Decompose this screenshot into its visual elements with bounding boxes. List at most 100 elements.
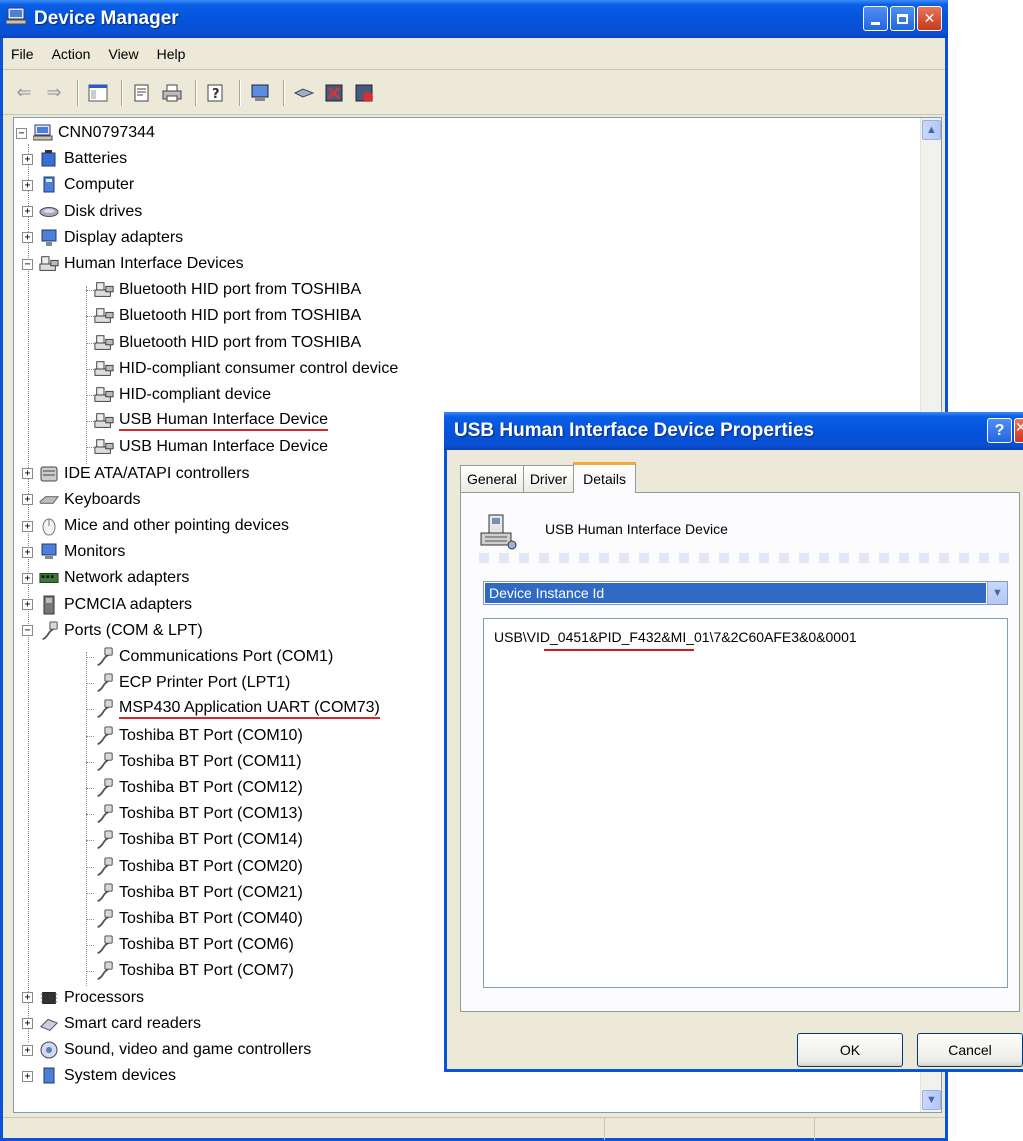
- menu-help[interactable]: Help: [148, 46, 195, 62]
- tree-device[interactable]: MSP430 Application UART (COM73): [86, 696, 380, 722]
- dialog-help-button[interactable]: ?: [987, 418, 1012, 443]
- tree-label: Communications Port (COM1): [119, 648, 334, 665]
- expand-icon[interactable]: +: [22, 992, 33, 1004]
- close-button[interactable]: ✕: [917, 6, 942, 31]
- tree-category[interactable]: + PCMCIA adapters: [22, 592, 192, 618]
- back-button[interactable]: ⇐: [11, 80, 37, 106]
- tree-device[interactable]: ECP Printer Port (LPT1): [86, 670, 290, 696]
- tree-device[interactable]: Toshiba BT Port (COM14): [86, 827, 303, 853]
- cancel-button[interactable]: Cancel: [917, 1033, 1023, 1067]
- collapse-icon[interactable]: −: [22, 258, 33, 270]
- expand-icon[interactable]: +: [22, 1018, 33, 1030]
- close-icon: ✕: [923, 10, 936, 26]
- tree-label: Toshiba BT Port (COM12): [119, 779, 303, 796]
- tree-category[interactable]: + Batteries: [22, 146, 127, 172]
- tree-device[interactable]: Toshiba BT Port (COM12): [86, 775, 303, 801]
- scroll-up-button[interactable]: ▲: [922, 120, 941, 140]
- expand-icon[interactable]: +: [22, 153, 33, 165]
- tree-category[interactable]: + Sound, video and game controllers: [22, 1037, 311, 1063]
- print-button[interactable]: [159, 80, 185, 106]
- expand-icon[interactable]: +: [22, 572, 33, 584]
- scroll-down-button[interactable]: ▼: [922, 1090, 941, 1110]
- status-panel: [605, 1118, 815, 1140]
- properties-title: USB Human Interface Device Properties: [454, 420, 815, 441]
- tree-device[interactable]: HID-compliant consumer control device: [86, 356, 398, 382]
- disable-device-button[interactable]: [321, 80, 347, 106]
- tree-device[interactable]: Toshiba BT Port (COM10): [86, 723, 303, 749]
- properties-titlebar[interactable]: USB Human Interface Device Properties ? …: [444, 412, 1023, 450]
- tree-category[interactable]: + Processors: [22, 985, 144, 1011]
- tree-device[interactable]: Communications Port (COM1): [86, 644, 334, 670]
- tree-category[interactable]: + Computer: [22, 172, 134, 198]
- tree-category[interactable]: + Keyboards: [22, 487, 141, 513]
- tab-details[interactable]: Details: [573, 462, 636, 493]
- property-value-item[interactable]: USB\VID_0451&PID_F432&MI_01\7&2C60AFE3&0…: [494, 629, 857, 645]
- tree-label: Toshiba BT Port (COM21): [119, 883, 303, 901]
- ok-button[interactable]: OK: [797, 1033, 903, 1067]
- maximize-button[interactable]: [890, 6, 915, 31]
- update-driver-icon: [293, 87, 315, 98]
- collapse-icon[interactable]: −: [16, 127, 27, 139]
- expand-icon[interactable]: +: [22, 468, 33, 480]
- tree-device[interactable]: Toshiba BT Port (COM20): [86, 854, 303, 880]
- tree-device[interactable]: Toshiba BT Port (COM21): [86, 880, 303, 906]
- menu-view[interactable]: View: [99, 46, 147, 62]
- dropdown-arrow-button[interactable]: ▼: [987, 582, 1007, 604]
- uninstall-device-button[interactable]: [351, 80, 377, 106]
- tree-category[interactable]: + Display adapters: [22, 225, 183, 251]
- tree-category-hid[interactable]: − Human Interface Devices: [22, 251, 244, 277]
- tree-category[interactable]: + System devices: [22, 1063, 176, 1089]
- tab-driver[interactable]: Driver: [522, 465, 575, 492]
- expand-icon[interactable]: +: [22, 546, 33, 558]
- tree-device[interactable]: Toshiba BT Port (COM13): [86, 801, 303, 827]
- tree-connector: [86, 395, 94, 396]
- scan-hardware-button[interactable]: [247, 80, 273, 106]
- tree-category[interactable]: + Mice and other pointing devices: [22, 513, 289, 539]
- menu-file[interactable]: File: [3, 46, 43, 62]
- expand-icon[interactable]: +: [22, 179, 33, 191]
- menu-action[interactable]: Action: [43, 46, 100, 62]
- show-hide-tree-button[interactable]: [85, 80, 111, 106]
- tab-general[interactable]: General: [460, 465, 524, 492]
- collapse-icon[interactable]: −: [22, 625, 33, 637]
- tree-device[interactable]: USB Human Interface Device: [86, 434, 328, 460]
- expand-icon[interactable]: +: [22, 1070, 33, 1082]
- hid-device-icon: [479, 513, 519, 556]
- expand-icon[interactable]: +: [22, 520, 33, 532]
- update-driver-button[interactable]: [291, 80, 317, 106]
- tree-category[interactable]: + Monitors: [22, 539, 125, 565]
- properties-button[interactable]: [129, 80, 155, 106]
- tree-category-ports[interactable]: − Ports (COM & LPT): [22, 618, 203, 644]
- device-manager-titlebar[interactable]: Device Manager ✕: [0, 0, 948, 38]
- tree-category[interactable]: + Disk drives: [22, 199, 142, 225]
- tree-category[interactable]: + Network adapters: [22, 565, 189, 591]
- tree-root[interactable]: − CNN0797344: [16, 120, 155, 146]
- tree-device[interactable]: Toshiba BT Port (COM6): [86, 932, 294, 958]
- tree-device[interactable]: Bluetooth HID port from TOSHIBA: [86, 277, 361, 303]
- tree-category[interactable]: + IDE ATA/ATAPI controllers: [22, 461, 250, 487]
- property-value-list[interactable]: USB\VID_0451&PID_F432&MI_01\7&2C60AFE3&0…: [483, 618, 1008, 988]
- tree-device[interactable]: HID-compliant device: [86, 382, 271, 408]
- expand-icon[interactable]: +: [22, 599, 33, 611]
- expand-icon[interactable]: +: [22, 206, 33, 218]
- property-dropdown[interactable]: Device Instance Id ▼: [483, 581, 1008, 605]
- tree-label: Bluetooth HID port from TOSHIBA: [119, 307, 362, 325]
- dialog-close-button[interactable]: ✕: [1014, 418, 1023, 443]
- tree-device[interactable]: Bluetooth HID port from TOSHIBA: [86, 330, 361, 356]
- forward-button[interactable]: ⇒: [41, 80, 67, 106]
- tree-label: USB Human Interface Device: [119, 438, 328, 456]
- minimize-button[interactable]: [863, 6, 888, 31]
- tree-device[interactable]: Bluetooth HID port from TOSHIBA: [86, 303, 362, 329]
- hid-icon: [94, 385, 114, 405]
- tree-device[interactable]: USB Human Interface Device: [86, 408, 328, 434]
- tree-connector: [86, 657, 94, 658]
- tree-device[interactable]: Toshiba BT Port (COM40): [86, 906, 303, 932]
- expand-icon[interactable]: +: [22, 232, 33, 244]
- tree-device[interactable]: Toshiba BT Port (COM7): [86, 958, 294, 984]
- expand-icon[interactable]: +: [22, 1044, 33, 1056]
- tree-device[interactable]: Toshiba BT Port (COM11): [86, 749, 302, 775]
- tree-category[interactable]: + Smart card readers: [22, 1011, 201, 1037]
- expand-icon[interactable]: +: [22, 494, 33, 506]
- property-dropdown-value[interactable]: Device Instance Id: [485, 583, 986, 603]
- help-button[interactable]: ?: [203, 80, 229, 106]
